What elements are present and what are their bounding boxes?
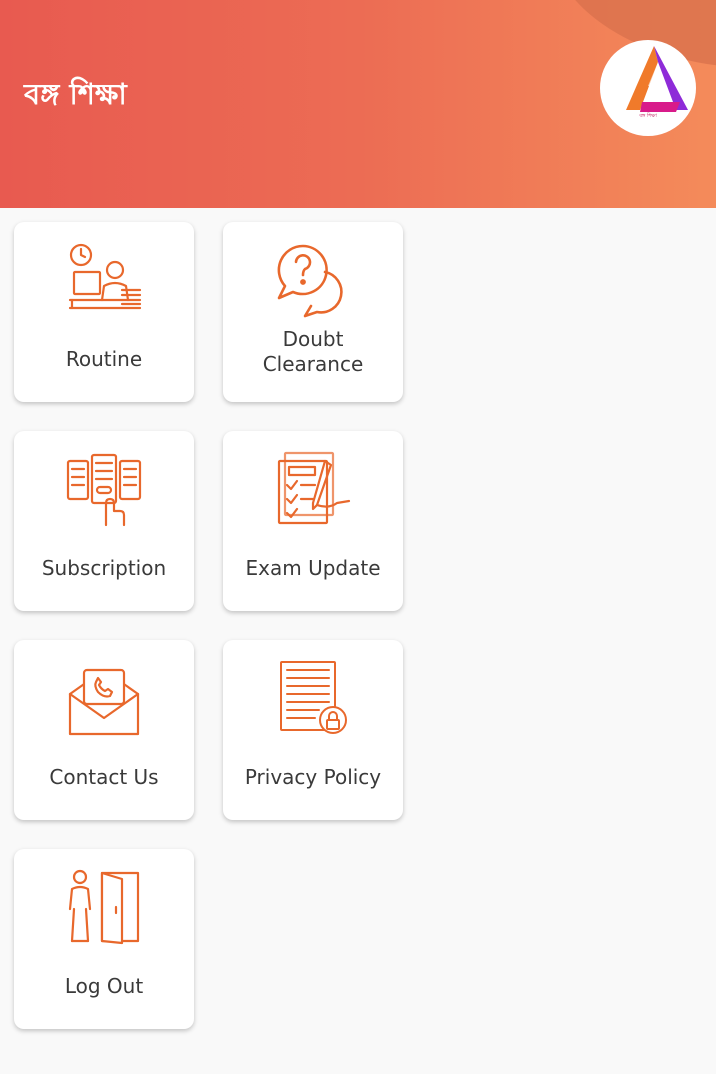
doubt-clearance-tile[interactable]: Doubt Clearance [223, 222, 403, 402]
privacy-document-lock-icon [280, 661, 347, 734]
routine-icon [68, 243, 142, 310]
log-out-label: Log Out [64, 973, 144, 998]
log-out-tile[interactable]: Log Out [14, 849, 194, 1029]
subscription-tile[interactable]: Subscription [14, 431, 194, 611]
app-logo[interactable]: বঙ্গ শিক্ষা [600, 40, 696, 136]
routine-tile[interactable]: Routine [14, 222, 194, 402]
exam-update-label: Exam Update [245, 555, 381, 580]
privacy-policy-tile[interactable]: Privacy Policy [223, 640, 403, 820]
routine-label: Routine [65, 346, 143, 371]
app-header: বঙ্গ শিক্ষা বঙ্গ শিক্ষা [0, 0, 716, 208]
logo-icon [626, 46, 688, 112]
contact-us-tile[interactable]: Contact Us [14, 640, 194, 820]
exam-checklist-icon [277, 451, 351, 525]
question-chat-icon [277, 244, 343, 318]
doubt-clearance-label: Doubt Clearance [262, 327, 364, 376]
subscription-icon [66, 453, 142, 527]
app-title: বঙ্গ শিক্ষা [24, 77, 127, 111]
privacy-policy-label: Privacy Policy [244, 764, 382, 789]
exam-update-tile[interactable]: Exam Update [223, 431, 403, 611]
logout-door-icon [68, 869, 140, 945]
logo-caption: বঙ্গ শিক্ষা [639, 113, 657, 119]
subscription-label: Subscription [41, 555, 167, 580]
contact-us-label: Contact Us [49, 764, 159, 789]
contact-envelope-icon [68, 668, 140, 736]
